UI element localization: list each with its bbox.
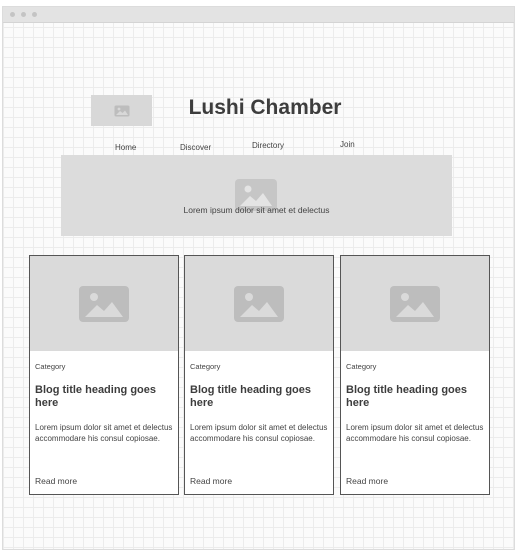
card-category: Category: [346, 362, 377, 371]
blog-card[interactable]: Category Blog title heading goes here Lo…: [340, 255, 490, 495]
hero-text: Lorem ipsum dolor sit amet et delectus: [183, 205, 330, 215]
read-more-link[interactable]: Read more: [346, 476, 388, 486]
nav-item-home[interactable]: Home: [115, 143, 136, 152]
card-heading[interactable]: Blog title heading goes here: [190, 384, 328, 410]
read-more-link[interactable]: Read more: [35, 476, 77, 486]
card-excerpt: Lorem ipsum dolor sit amet et delectus a…: [346, 423, 484, 443]
read-more-link[interactable]: Read more: [190, 476, 232, 486]
blog-card[interactable]: Category Blog title heading goes here Lo…: [184, 255, 334, 495]
nav-item-join[interactable]: Join: [340, 140, 355, 149]
image-placeholder-icon: [79, 285, 129, 322]
hero-banner: Lorem ipsum dolor sit amet et delectus: [61, 155, 452, 236]
nav-item-directory[interactable]: Directory: [252, 141, 284, 150]
card-heading[interactable]: Blog title heading goes here: [35, 384, 173, 410]
window-control-dot[interactable]: [21, 12, 26, 17]
image-placeholder-icon: [390, 285, 440, 322]
card-category: Category: [35, 362, 66, 371]
window-titlebar: [3, 7, 514, 23]
card-category: Category: [190, 362, 221, 371]
window-control-dot[interactable]: [32, 12, 37, 17]
card-image: [185, 256, 333, 351]
nav-item-discover[interactable]: Discover: [180, 143, 211, 152]
image-placeholder-icon: [114, 105, 129, 116]
site-title: Lushi Chamber: [188, 96, 342, 119]
card-excerpt: Lorem ipsum dolor sit amet et delectus a…: [35, 423, 173, 443]
card-image: [341, 256, 489, 351]
card-heading[interactable]: Blog title heading goes here: [346, 384, 484, 410]
logo[interactable]: [91, 95, 152, 126]
image-placeholder-icon: [234, 285, 284, 322]
card-excerpt: Lorem ipsum dolor sit amet et delectus a…: [190, 423, 328, 443]
window-control-dot[interactable]: [10, 12, 15, 17]
card-image: [30, 256, 178, 351]
blog-card[interactable]: Category Blog title heading goes here Lo…: [29, 255, 179, 495]
